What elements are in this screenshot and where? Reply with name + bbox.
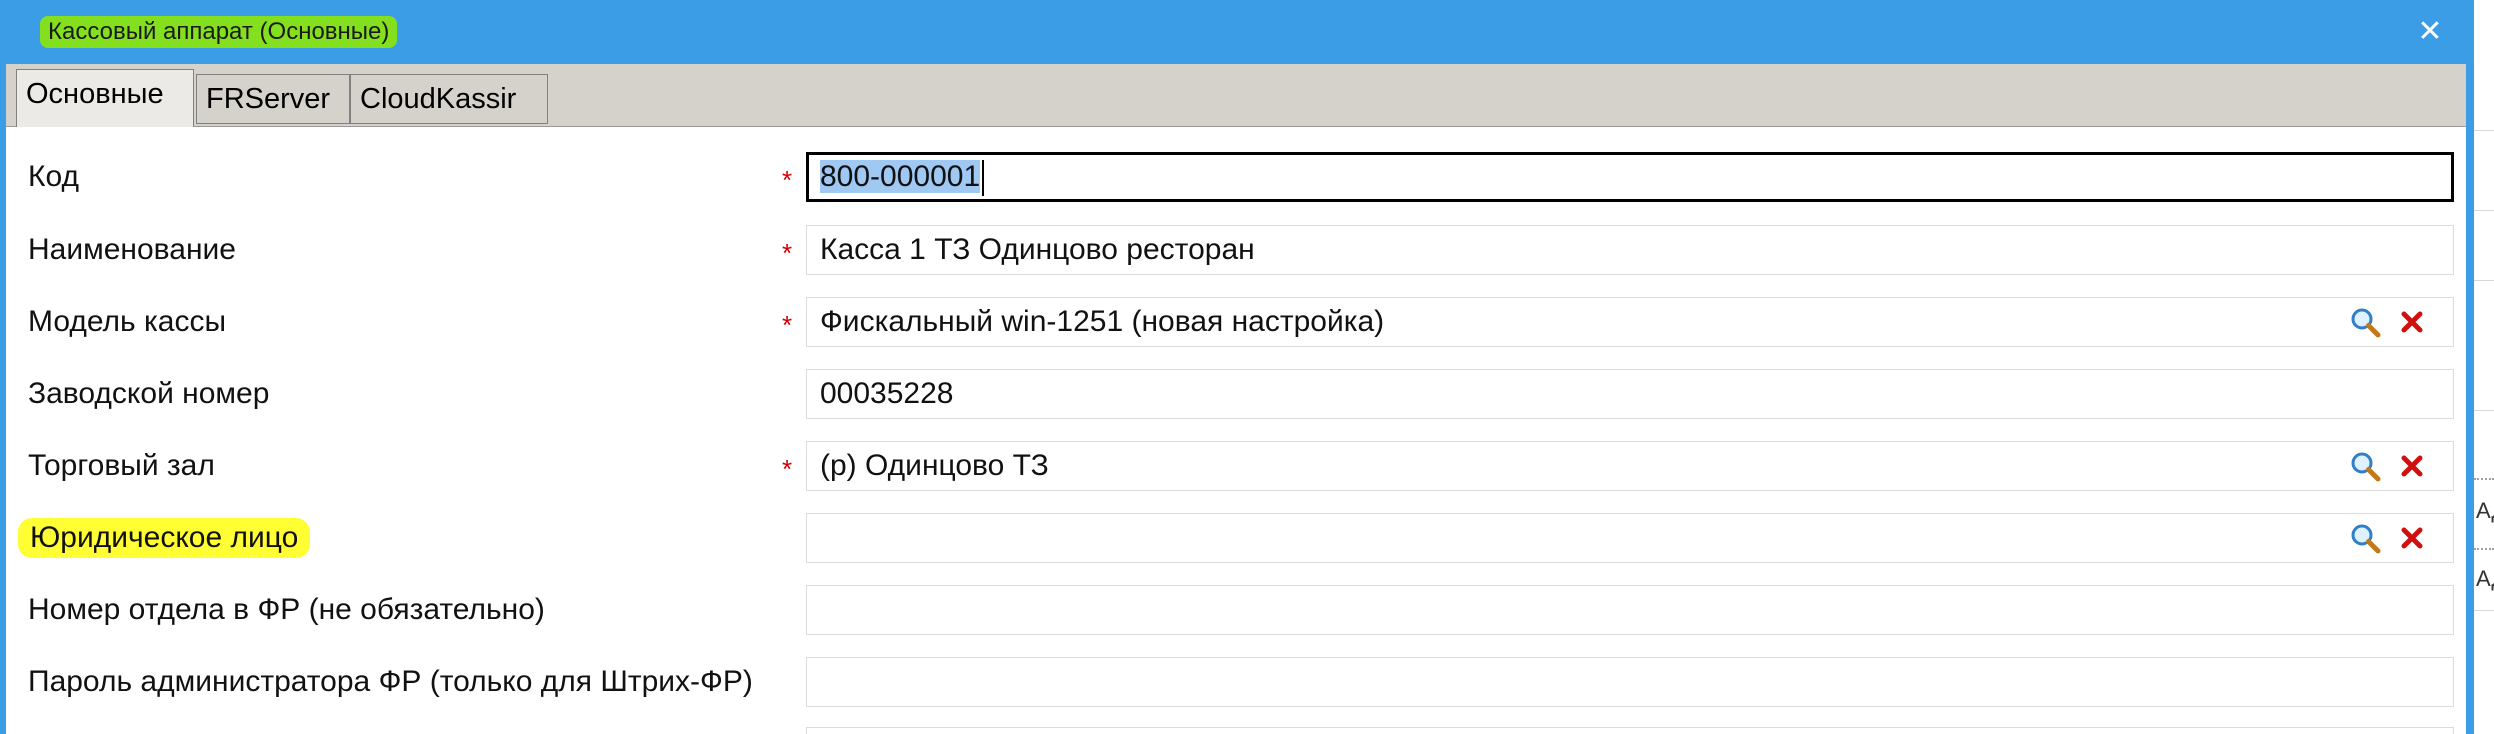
code-input-value: 800-000001 — [820, 160, 981, 193]
cash-register-dialog: Кассовый аппарат (Основные) ✕ Основные F… — [0, 0, 2474, 734]
clear-icon[interactable] — [2396, 306, 2428, 338]
dialog-title: Кассовый аппарат (Основные) — [40, 16, 398, 48]
clear-icon[interactable] — [2396, 450, 2428, 482]
hall-input[interactable]: (р) Одинцово ТЗ — [806, 441, 2454, 491]
search-icon[interactable] — [2349, 450, 2381, 482]
text-caret — [982, 160, 985, 197]
model-input[interactable]: Фискальный win-1251 (новая настройка) — [806, 297, 2454, 347]
tab-main[interactable]: Основные — [16, 69, 194, 127]
dialog-titlebar: Кассовый аппарат (Основные) ✕ — [0, 0, 2474, 64]
required-mark: * — [782, 165, 793, 195]
field-label-model: Модель кассы — [28, 305, 227, 338]
search-icon[interactable] — [2349, 522, 2381, 554]
required-mark: * — [782, 238, 793, 268]
serial-input[interactable]: 00035228 — [806, 369, 2454, 419]
tab-cloudkassir[interactable]: CloudKassir — [350, 74, 548, 124]
legal-entity-input[interactable] — [806, 513, 2454, 563]
background-text: АД — [2476, 498, 2494, 523]
next-row-input-partial[interactable] — [806, 727, 2454, 734]
field-label-legal-entity: Юридическое лицо — [18, 518, 311, 558]
search-icon[interactable] — [2349, 306, 2381, 338]
required-mark: * — [782, 454, 793, 484]
field-label-name: Наименование — [28, 233, 236, 266]
clear-icon[interactable] — [2396, 522, 2428, 554]
code-input[interactable]: 800-000001 — [806, 152, 2454, 202]
close-icon[interactable]: ✕ — [2412, 14, 2448, 50]
background-text: АД — [2476, 566, 2494, 591]
admin-password-input[interactable] — [806, 657, 2454, 707]
department-input[interactable] — [806, 585, 2454, 635]
name-input[interactable]: Касса 1 ТЗ Одинцово ресторан — [806, 225, 2454, 275]
required-mark: * — [782, 310, 793, 340]
field-label-code: Код — [28, 160, 80, 193]
tab-strip: Основные FRServer CloudKassir — [6, 64, 2466, 127]
field-label-department: Номер отдела в ФР (не обязательно) — [28, 593, 545, 626]
background-window-edge: АД АД — [2474, 0, 2494, 734]
field-label-admin-password: Пароль администратора ФР (только для Штр… — [28, 665, 753, 698]
field-label-hall: Торговый зал — [28, 449, 215, 482]
dialog-frame-right — [2466, 64, 2474, 734]
tab-frserver[interactable]: FRServer — [196, 74, 350, 124]
form-area: Код * 800-000001 Наименование * Касса 1 … — [6, 127, 2466, 734]
field-label-serial: Заводской номер — [28, 377, 270, 410]
